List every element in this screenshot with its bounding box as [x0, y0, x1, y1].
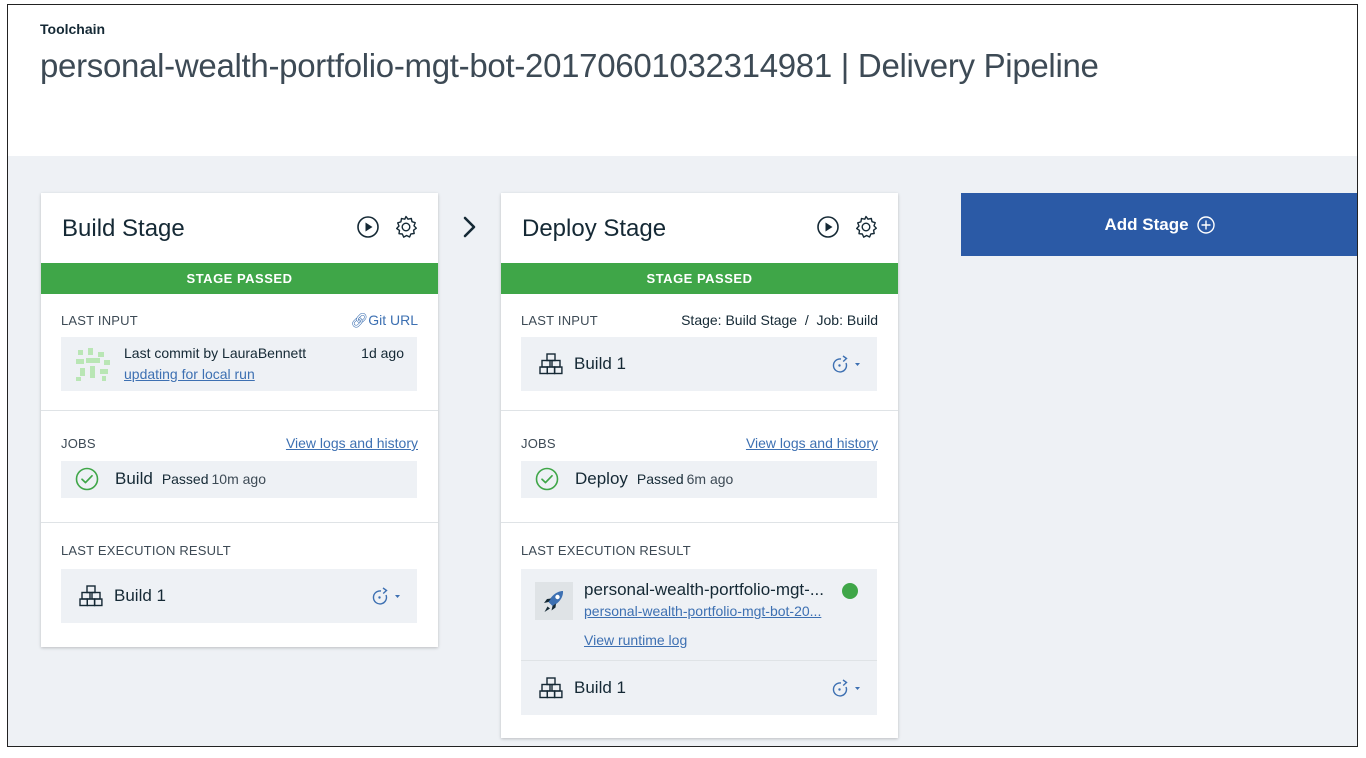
commit-tile: Last commit by LauraBennett updating for…: [61, 337, 417, 391]
commit-message-link[interactable]: updating for local run: [124, 366, 255, 382]
play-icon[interactable]: [816, 215, 840, 239]
plus-circle-icon: [1196, 215, 1215, 234]
job-build[interactable]: Build Passed 10m ago: [61, 461, 417, 498]
jobs-label: JOBS: [521, 436, 556, 451]
redeploy-menu-icon[interactable]: [829, 354, 863, 374]
view-logs-link[interactable]: View logs and history: [746, 435, 878, 451]
last-input-label: LAST INPUT: [61, 313, 138, 328]
app-running-status-dot: [842, 583, 858, 599]
build-blocks-icon: [539, 353, 563, 375]
job-time: 6m ago: [686, 471, 734, 487]
redeploy-menu-icon[interactable]: [369, 586, 403, 606]
rocket-icon: [535, 582, 573, 620]
view-logs-link[interactable]: View logs and history: [286, 435, 418, 451]
git-url-label[interactable]: Git URL: [368, 312, 418, 328]
job-status: Passed: [161, 471, 209, 487]
jobs-section: JOBS View logs and history Build Passed 10…: [41, 411, 438, 523]
avatar: [74, 346, 112, 382]
job-deploy[interactable]: Deploy Passed 6m ago: [521, 461, 877, 498]
stage-title: Build Stage: [62, 215, 185, 242]
check-circle-icon: [535, 467, 559, 491]
job-status: Passed: [636, 471, 684, 487]
build-name: Build 1: [574, 354, 626, 373]
chevron-right-icon: [463, 216, 476, 238]
build-blocks-icon: [539, 677, 563, 699]
check-circle-icon: [75, 467, 99, 491]
job-name: Build Passed 10m ago: [115, 469, 266, 489]
stage-title: Deploy Stage: [522, 215, 667, 242]
redeploy-menu-icon[interactable]: [829, 678, 863, 698]
view-runtime-log-link[interactable]: View runtime log: [584, 632, 687, 648]
add-stage-button[interactable]: Add Stage: [961, 193, 1357, 256]
build-blocks-icon: [79, 585, 103, 607]
deployed-app-tile: personal-wealth-portfolio-mgt-... person…: [521, 569, 877, 660]
last-execution-label: LAST EXECUTION RESULT: [521, 543, 691, 558]
job-time: 10m ago: [211, 471, 266, 487]
deploy-stage-card: Deploy Stage STAGE PASSED LAST INPUT Sta…: [501, 193, 898, 738]
gear-icon[interactable]: [393, 214, 419, 240]
breadcrumb-toolchain[interactable]: Toolchain: [40, 21, 105, 37]
build-stage-card: Build Stage STAGE PASSED LAST INPUT 🔗︎Gi…: [41, 193, 438, 647]
last-input-section: LAST INPUT 🔗︎Git URL Last commit by Laur…: [41, 294, 438, 411]
last-input-label: LAST INPUT: [521, 313, 598, 328]
job-name-label: Build: [115, 469, 153, 488]
input-source: Stage: Build Stage / Job: Build: [681, 312, 878, 328]
pipeline-canvas: Build Stage STAGE PASSED LAST INPUT 🔗︎Gi…: [8, 156, 1357, 746]
jobs-label: JOBS: [61, 436, 96, 451]
page-title: personal-wealth-portfolio-mgt-bot-201706…: [40, 47, 1099, 84]
app-route-link[interactable]: personal-wealth-portfolio-mgt-bot-20...: [584, 603, 821, 619]
input-build-tile[interactable]: Build 1: [521, 337, 877, 391]
stage-header: Deploy Stage: [501, 193, 898, 263]
jobs-section: JOBS View logs and history Deploy Passed 6…: [501, 411, 898, 523]
page-header: Toolchain personal-wealth-portfolio-mgt-…: [8, 5, 1357, 156]
add-stage-label: Add Stage: [1104, 214, 1189, 234]
job-name-label: Deploy: [575, 469, 628, 488]
stage-header: Build Stage: [41, 193, 438, 263]
commit-time: 1d ago: [361, 345, 404, 361]
play-icon[interactable]: [356, 215, 380, 239]
build-result-tile[interactable]: Build 1: [61, 569, 417, 623]
build-result-tile[interactable]: Build 1: [521, 661, 877, 715]
link-icon: 🔗︎: [350, 312, 369, 328]
stage-status-banner: STAGE PASSED: [41, 263, 438, 294]
build-name: Build 1: [114, 586, 166, 605]
git-url-link[interactable]: 🔗︎Git URL: [350, 312, 418, 329]
last-input-section: LAST INPUT Stage: Build Stage / Job: Bui…: [501, 294, 898, 411]
app-window: Toolchain personal-wealth-portfolio-mgt-…: [7, 4, 1358, 747]
last-execution-label: LAST EXECUTION RESULT: [61, 543, 231, 558]
job-name: Deploy Passed 6m ago: [575, 469, 733, 489]
gear-icon[interactable]: [853, 214, 879, 240]
last-execution-section: LAST EXECUTION RESULT personal-wealth-po…: [501, 523, 898, 738]
stage-status-banner: STAGE PASSED: [501, 263, 898, 294]
app-name: personal-wealth-portfolio-mgt-...: [584, 580, 824, 599]
build-name: Build 1: [574, 678, 626, 697]
commit-author: Last commit by LauraBennett: [124, 345, 307, 361]
last-execution-section: LAST EXECUTION RESULT Build 1: [41, 523, 438, 647]
